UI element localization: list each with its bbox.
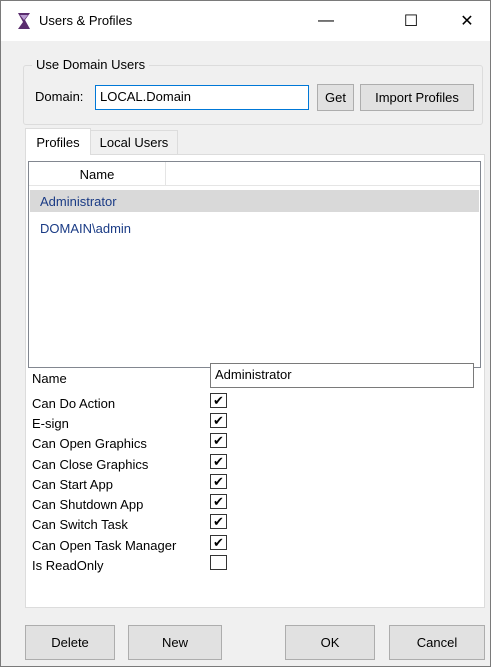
list-item[interactable]: DOMAIN\admin	[30, 217, 479, 239]
check-icon: ✔	[213, 393, 224, 408]
permission-label: Can Close Graphics	[32, 457, 149, 472]
group-legend: Use Domain Users	[32, 57, 150, 72]
window-title: Users & Profiles	[39, 13, 133, 28]
delete-button[interactable]: Delete	[25, 625, 115, 660]
permission-label: Can Start App	[32, 477, 113, 492]
check-icon: ✔	[213, 494, 224, 509]
name-input[interactable]: Administrator	[210, 363, 474, 388]
tab-profiles[interactable]: Profiles	[25, 128, 91, 155]
list-header: Name	[29, 162, 480, 186]
check-icon: ✔	[213, 514, 224, 529]
tab-local-users[interactable]: Local Users	[90, 130, 178, 154]
users-profiles-window: Users & Profiles — ☐ ✕ Use Domain Users …	[0, 0, 491, 667]
can-do-action-checkbox[interactable]: ✔	[210, 393, 227, 408]
import-profiles-button[interactable]: Import Profiles	[360, 84, 474, 111]
permission-label: Can Open Graphics	[32, 436, 147, 451]
new-button[interactable]: New	[128, 625, 222, 660]
cancel-button[interactable]: Cancel	[389, 625, 485, 660]
check-icon: ✔	[213, 433, 224, 448]
check-icon: ✔	[213, 454, 224, 469]
minimize-button[interactable]: —	[303, 1, 349, 41]
list-item[interactable]: Administrator	[30, 190, 479, 212]
check-icon: ✔	[213, 535, 224, 550]
permission-label: E-sign	[32, 416, 69, 431]
permission-label: Is ReadOnly	[32, 558, 104, 573]
e-sign-checkbox[interactable]: ✔	[210, 413, 227, 428]
domain-label: Domain:	[35, 89, 84, 104]
permission-label: Can Open Task Manager	[32, 538, 177, 553]
close-button[interactable]: ✕	[444, 1, 490, 41]
permission-label: Can Do Action	[32, 396, 116, 411]
permission-label: Can Switch Task	[32, 517, 128, 532]
check-icon: ✔	[213, 413, 224, 428]
domain-input[interactable]: LOCAL.Domain	[95, 85, 309, 110]
can-open-graphics-checkbox[interactable]: ✔	[210, 433, 227, 448]
can-close-graphics-checkbox[interactable]: ✔	[210, 454, 227, 469]
permission-label: Can Shutdown App	[32, 497, 144, 512]
app-icon	[18, 13, 30, 29]
can-shutdown-app-checkbox[interactable]: ✔	[210, 494, 227, 509]
can-open-task-manager-checkbox[interactable]: ✔	[210, 535, 227, 550]
can-switch-task-checkbox[interactable]: ✔	[210, 514, 227, 529]
can-start-app-checkbox[interactable]: ✔	[210, 474, 227, 489]
is-readonly-checkbox[interactable]	[210, 555, 227, 570]
title-bar[interactable]: Users & Profiles — ☐ ✕	[1, 1, 490, 41]
name-label: Name	[32, 371, 67, 386]
check-icon: ✔	[213, 474, 224, 489]
column-header-name[interactable]: Name	[29, 162, 166, 186]
get-button[interactable]: Get	[317, 84, 354, 111]
maximize-button[interactable]: ☐	[388, 1, 434, 41]
profiles-list[interactable]: Name Administrator DOMAIN\admin	[28, 161, 481, 368]
ok-button[interactable]: OK	[285, 625, 375, 660]
